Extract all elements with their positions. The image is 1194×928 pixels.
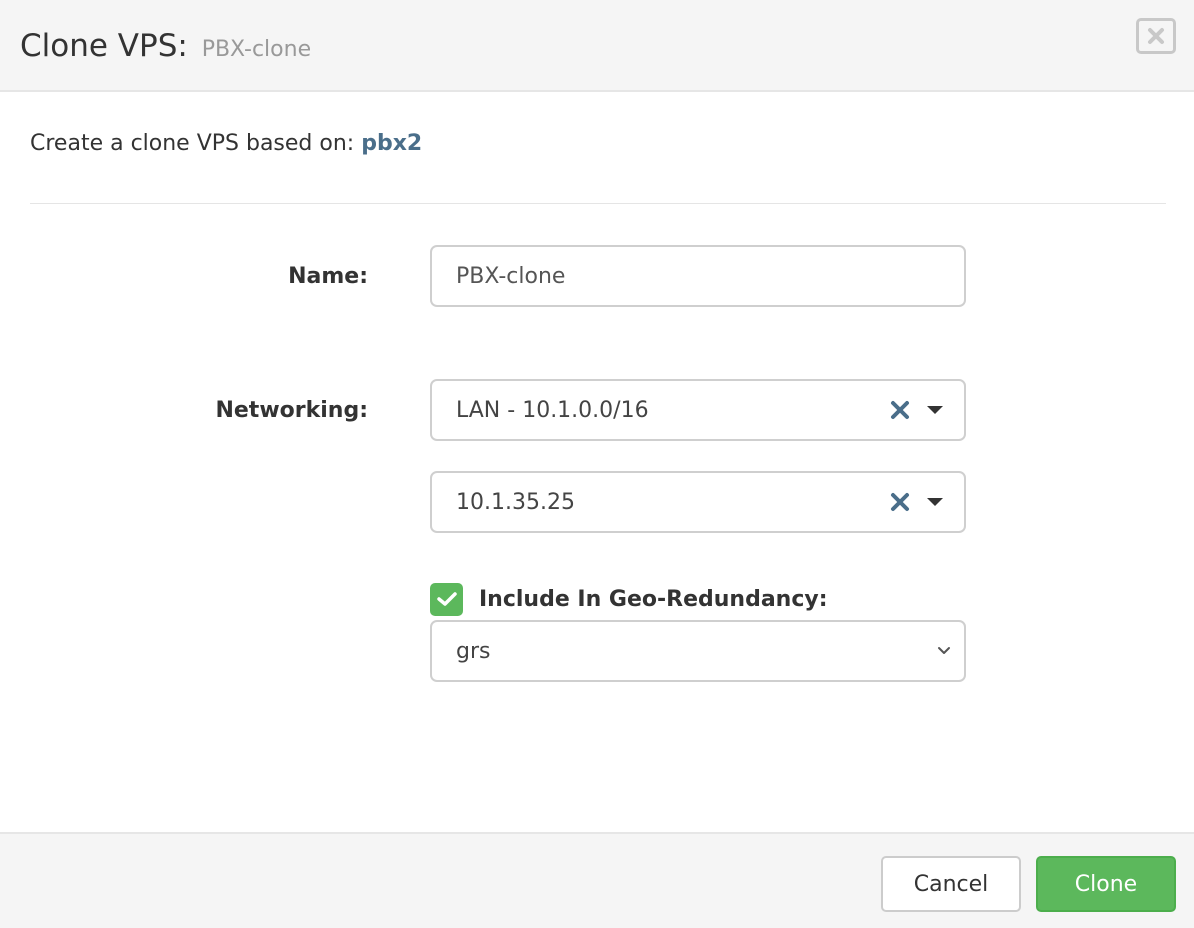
- modal-title: Clone VPS: PBX-clone: [20, 26, 311, 70]
- geo-redundancy-row: Include In Geo-Redundancy:: [430, 581, 828, 617]
- modal-title-text: Clone VPS:: [20, 28, 188, 64]
- modal-footer: Cancel Clone: [0, 832, 1194, 928]
- network-select[interactable]: LAN - 10.1.0.0/16: [430, 379, 966, 441]
- clear-icon[interactable]: [888, 490, 912, 514]
- geo-redundancy-select[interactable]: grs: [430, 620, 966, 682]
- intro-line: Create a clone VPS based on: pbx2: [30, 126, 422, 162]
- name-label: Name:: [288, 264, 368, 289]
- source-vps-link[interactable]: pbx2: [361, 131, 422, 156]
- geo-redundancy-checkbox[interactable]: [430, 582, 463, 616]
- close-icon: [1145, 25, 1167, 47]
- geo-redundancy-label: Include In Geo-Redundancy:: [479, 586, 828, 612]
- clear-icon[interactable]: [888, 398, 912, 422]
- cancel-button[interactable]: Cancel: [881, 856, 1021, 912]
- modal-header: Clone VPS: PBX-clone: [0, 0, 1194, 92]
- caret-down-icon[interactable]: [924, 491, 946, 513]
- name-field[interactable]: [430, 245, 966, 307]
- modal-subtitle: PBX-clone: [201, 37, 312, 62]
- check-icon: [436, 591, 457, 607]
- divider: [30, 203, 1166, 204]
- clone-vps-modal: Clone VPS: PBX-clone Create a clone VPS …: [0, 0, 1194, 928]
- close-button[interactable]: [1136, 18, 1176, 54]
- chevron-down-icon: [934, 641, 954, 661]
- network-select-value: LAN - 10.1.0.0/16: [456, 397, 649, 423]
- name-input[interactable]: [456, 263, 964, 289]
- networking-label: Networking:: [215, 398, 368, 423]
- geo-redundancy-select-value: grs: [456, 638, 491, 664]
- clone-button[interactable]: Clone: [1036, 856, 1176, 912]
- ip-select[interactable]: 10.1.35.25: [430, 471, 966, 533]
- caret-down-icon[interactable]: [924, 399, 946, 421]
- intro-text: Create a clone VPS based on:: [30, 131, 355, 156]
- ip-select-value: 10.1.35.25: [456, 489, 575, 515]
